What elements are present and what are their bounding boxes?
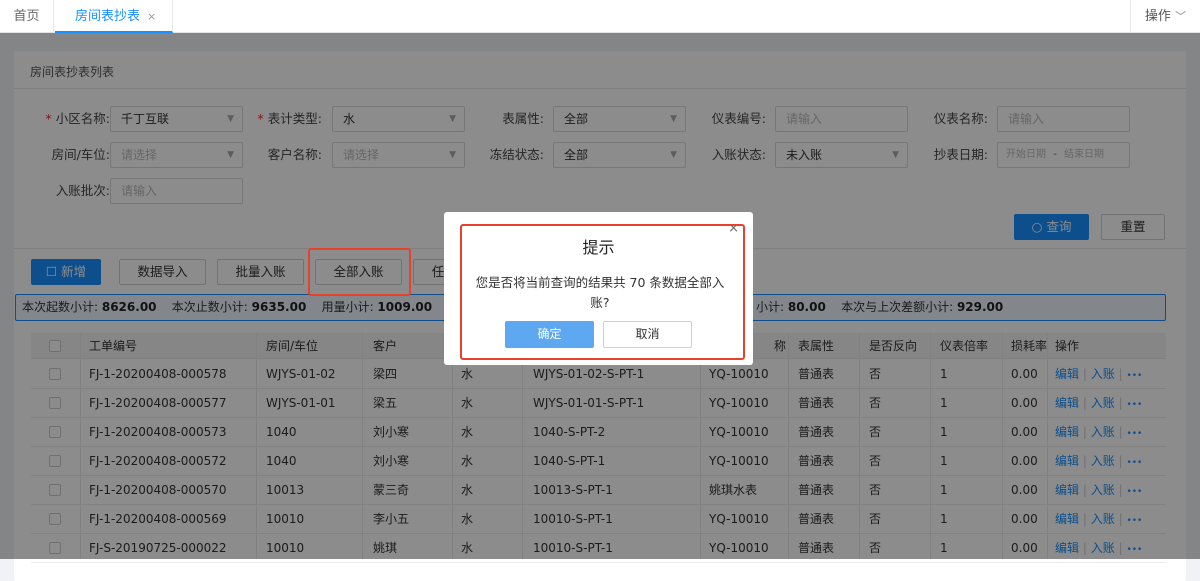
tab-meter-reading[interactable]: 房间表抄表 ×: [55, 0, 173, 33]
highlight-box: [308, 248, 411, 296]
tab-label: 房间表抄表: [75, 9, 141, 24]
close-icon[interactable]: ×: [147, 10, 156, 23]
operations-label: 操作: [1144, 9, 1171, 24]
operations-menu[interactable]: 操作 ﹀: [1130, 0, 1200, 33]
tab-home[interactable]: 首页: [0, 0, 54, 33]
highlight-box: [460, 224, 745, 360]
tab-bar: 首页 房间表抄表 × 操作 ﹀: [0, 0, 1200, 33]
chevron-down-icon: ﹀: [1175, 10, 1187, 23]
